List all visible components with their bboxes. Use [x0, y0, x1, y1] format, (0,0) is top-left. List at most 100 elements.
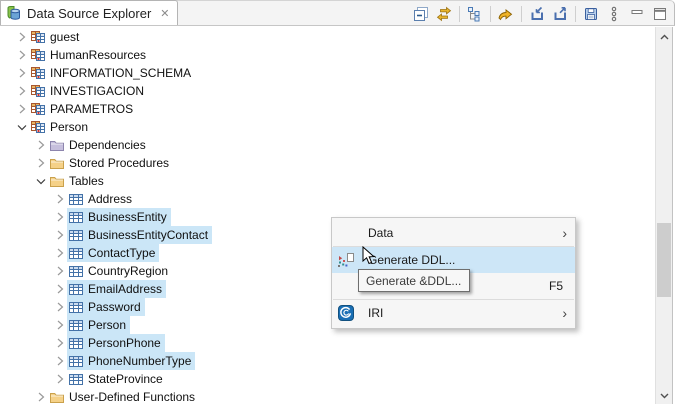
tree-item[interactable]: Dependencies: [0, 136, 654, 154]
tree-item-label: Tables: [69, 174, 104, 188]
tree-item[interactable]: PersonPhone: [0, 334, 654, 352]
chevron-right-icon[interactable]: [53, 317, 67, 333]
tree-item-selection: EmailAddress: [67, 280, 167, 298]
tooltip-text: Generate &DDL...: [366, 273, 462, 288]
menu-item-label: IRI: [368, 306, 384, 320]
tree-item-selection: Tables: [48, 172, 108, 190]
folder-purple-icon: [49, 137, 65, 153]
tree-item-label: User-Defined Functions: [69, 390, 196, 404]
submenu-arrow-icon: ›: [562, 225, 567, 241]
tree-item[interactable]: Person: [0, 118, 654, 136]
scrollbar-thumb[interactable]: [657, 223, 671, 297]
collapse-windows-button[interactable]: [411, 4, 431, 24]
menu-item-data[interactable]: Data ›: [332, 220, 575, 246]
tree-item-label: Password: [88, 300, 141, 314]
tree-item-label: PersonPhone: [88, 336, 161, 350]
tree-item-selection: PersonPhone: [67, 334, 165, 352]
chevron-right-icon[interactable]: [34, 137, 48, 153]
folder-icon: [49, 155, 65, 171]
chevron-right-icon[interactable]: [53, 371, 67, 387]
import-profile-button[interactable]: [527, 4, 547, 24]
tree-item[interactable]: Tables: [0, 172, 654, 190]
menu-item-accelerator: F5: [548, 279, 563, 293]
tree-item-label: BusinessEntityContact: [88, 228, 209, 242]
iri-icon: [337, 305, 355, 321]
tree-item-selection: PhoneNumberType: [67, 352, 196, 370]
submenu-arrow-icon: ›: [562, 305, 567, 321]
import-profile-icon: [529, 6, 545, 22]
tree-item[interactable]: HumanResources: [0, 46, 654, 64]
tree-item[interactable]: PARAMETROS: [0, 100, 654, 118]
table-icon: [68, 371, 84, 387]
chevron-right-icon[interactable]: [15, 47, 29, 63]
minimize-button[interactable]: [627, 4, 647, 24]
export-profile-button[interactable]: [550, 4, 570, 24]
folder-icon: [49, 389, 65, 404]
view-menu-button[interactable]: [604, 4, 624, 24]
maximize-button[interactable]: [650, 4, 670, 24]
tree-item-label: PhoneNumberType: [88, 354, 192, 368]
table-icon: [68, 209, 84, 225]
chevron-right-icon[interactable]: [53, 209, 67, 225]
chevron-right-icon[interactable]: [15, 29, 29, 45]
tree-item-selection: Stored Procedures: [48, 154, 173, 172]
tree-item-selection: Person: [29, 118, 92, 136]
chevron-down-icon[interactable]: [34, 173, 48, 189]
schema-icon: [30, 65, 46, 81]
chevron-right-icon[interactable]: [15, 101, 29, 117]
table-icon: [68, 299, 84, 315]
tree-item-label: INVESTIGACION: [50, 84, 145, 98]
table-icon: [68, 245, 84, 261]
table-icon: [68, 353, 84, 369]
scroll-up-icon[interactable]: [656, 29, 672, 45]
tree-item-label: BusinessEntity: [88, 210, 167, 224]
tree-item[interactable]: User-Defined Functions: [0, 388, 654, 404]
tree-item[interactable]: StateProvince: [0, 370, 654, 388]
chevron-right-icon[interactable]: [53, 263, 67, 279]
tree-item[interactable]: Stored Procedures: [0, 154, 654, 172]
link-with-editor-button[interactable]: [434, 4, 454, 24]
chevron-right-icon[interactable]: [53, 299, 67, 315]
chevron-right-icon[interactable]: [53, 335, 67, 351]
tree-item-label: Person: [88, 318, 127, 332]
data-source-explorer-icon: [6, 5, 22, 21]
view-menu-icon: [608, 6, 620, 22]
data-source-explorer-view: Data Source Explorer ✕ guest HumanResourc…: [0, 0, 675, 404]
tree-item-selection: Person: [67, 316, 131, 334]
connect-button[interactable]: [496, 4, 516, 24]
vertical-scrollbar[interactable]: [655, 27, 673, 404]
mouse-cursor-icon: [362, 245, 376, 265]
chevron-right-icon[interactable]: [15, 83, 29, 99]
tree-item-label: ContactType: [88, 246, 156, 260]
tree-item-selection: INFORMATION_SCHEMA: [29, 64, 195, 82]
tree-item-selection: CountryRegion: [67, 262, 172, 280]
chevron-right-icon[interactable]: [15, 65, 29, 81]
chevron-right-icon[interactable]: [34, 155, 48, 171]
menu-item-label: Generate DDL...: [368, 253, 456, 267]
chevron-right-icon[interactable]: [53, 191, 67, 207]
chevron-right-icon[interactable]: [34, 389, 48, 404]
chevron-down-icon[interactable]: [15, 119, 29, 135]
menu-item-iri[interactable]: IRI ›: [332, 300, 575, 326]
tree-item[interactable]: INVESTIGACION: [0, 82, 654, 100]
tree-item[interactable]: guest: [0, 28, 654, 46]
chevron-right-icon[interactable]: [53, 245, 67, 261]
tooltip: Generate &DDL...: [358, 269, 470, 292]
tree-item-label: Address: [88, 192, 133, 206]
tree-item[interactable]: INFORMATION_SCHEMA: [0, 64, 654, 82]
chevron-right-icon[interactable]: [53, 353, 67, 369]
save-button[interactable]: [581, 4, 601, 24]
chevron-right-icon[interactable]: [53, 281, 67, 297]
schema-icon: [30, 101, 46, 117]
folder-icon: [49, 173, 65, 189]
tree-item[interactable]: Address: [0, 190, 654, 208]
schema-icon: [30, 47, 46, 63]
tree-item-selection: BusinessEntityContact: [67, 226, 213, 244]
close-icon[interactable]: ✕: [160, 7, 169, 20]
tree-item-label: HumanResources: [50, 48, 147, 62]
tree-item[interactable]: PhoneNumberType: [0, 352, 654, 370]
chevron-right-icon[interactable]: [53, 227, 67, 243]
tab-data-source-explorer[interactable]: Data Source Explorer ✕: [0, 0, 178, 25]
collapse-all-button[interactable]: [465, 4, 485, 24]
scroll-down-icon[interactable]: [656, 388, 672, 404]
